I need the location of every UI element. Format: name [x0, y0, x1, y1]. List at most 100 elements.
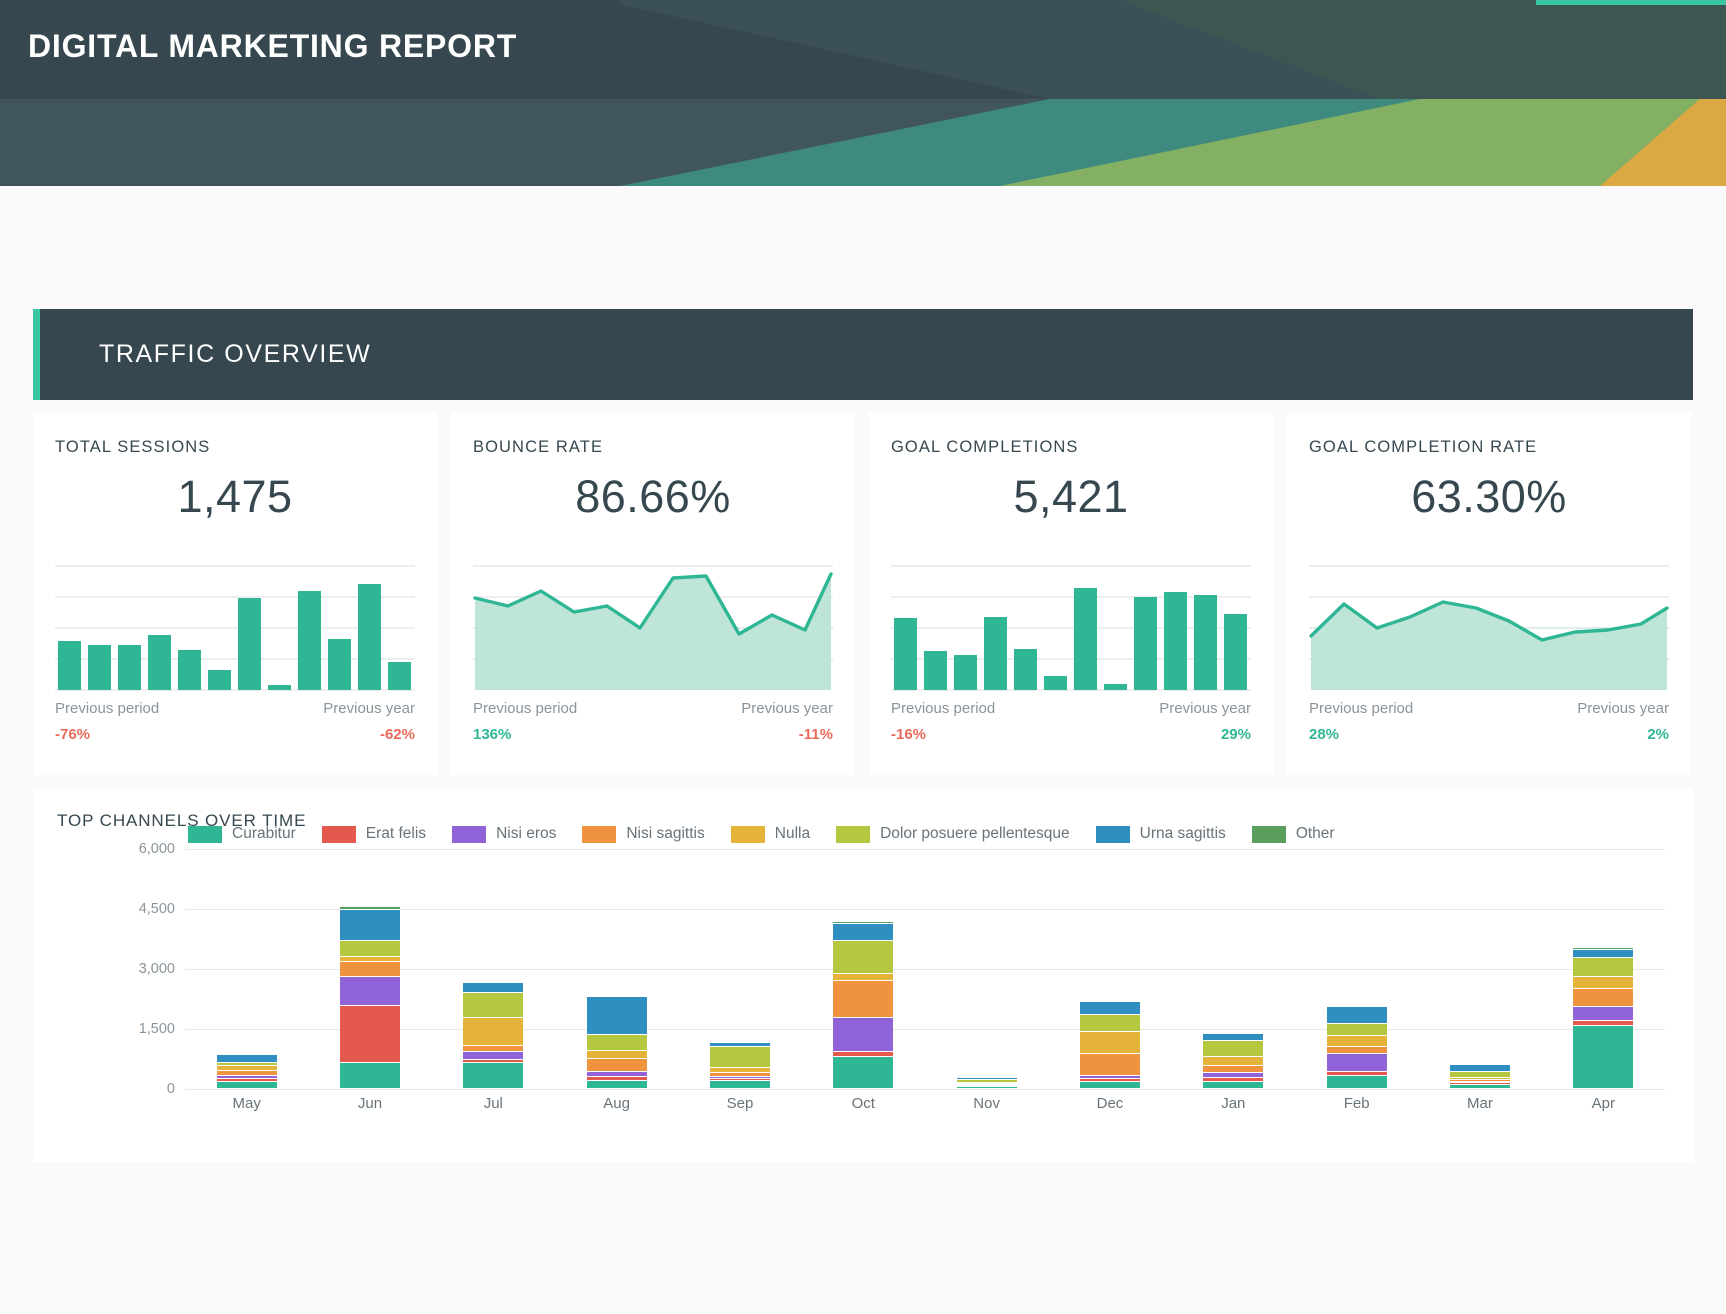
bar-segment — [586, 1059, 647, 1073]
bar-segment — [1573, 957, 1634, 978]
bar-segment — [339, 940, 400, 958]
bar-column[interactable] — [1418, 849, 1541, 1089]
bar-segment — [1079, 1015, 1140, 1033]
bar-column[interactable] — [432, 849, 555, 1089]
bar-segment — [463, 993, 524, 1019]
legend-swatch-icon — [730, 825, 765, 843]
bar-stack — [339, 906, 400, 1089]
x-axis-tick-label: Jul — [483, 1095, 503, 1112]
legend-item[interactable]: Other — [1251, 825, 1335, 843]
bar-segment — [1326, 1053, 1387, 1073]
x-axis-tick-label: Aug — [603, 1095, 630, 1112]
bar-segment — [586, 1051, 647, 1060]
x-axis-tick-label: Sep — [726, 1095, 754, 1112]
bar-column[interactable] — [1172, 849, 1295, 1089]
bar-column[interactable] — [308, 849, 431, 1089]
x-axis-tick-label: Jun — [357, 1095, 383, 1112]
legend-item[interactable]: Erat felis — [321, 825, 426, 843]
bar-segment — [586, 997, 647, 1036]
chart-plot-area: 0 1,500 3,000 4,500 6,000 May Jun Jul Aug Sep Oct… — [33, 841, 1693, 1149]
section-title: TRAFFIC OVERVIEW — [99, 340, 372, 368]
bar-segment — [1573, 1007, 1634, 1022]
bar-column[interactable] — [1542, 849, 1665, 1089]
prev-period-label: Previous period — [891, 700, 996, 717]
kpi-card-total-sessions[interactable]: TOTAL SESSIONS 1,475 Previous period -76… — [33, 412, 437, 775]
bar-segment — [1203, 1041, 1264, 1057]
bar-segment — [339, 977, 400, 1006]
bar-column[interactable] — [555, 849, 678, 1089]
bar-segment — [339, 910, 400, 941]
bar-segment — [1203, 1065, 1264, 1074]
x-axis-tick-label: Feb — [1343, 1095, 1370, 1112]
bar-segment — [1326, 1024, 1387, 1036]
prev-period-delta: -16% — [891, 726, 927, 743]
bar-segment — [1573, 977, 1634, 990]
legend-label: Nisi sagittis — [626, 825, 705, 842]
kpi-card-bounce-rate[interactable]: BOUNCE RATE 86.66% Previous period 136% — [451, 412, 855, 775]
header-accent-bar — [1536, 0, 1726, 5]
kpi-label: GOAL COMPLETIONS — [891, 438, 1079, 456]
bar-segment — [463, 1063, 524, 1089]
bar-stack — [1079, 1001, 1140, 1089]
prev-period-label: Previous period — [473, 700, 578, 717]
kpi-comparison-footer: Previous period -76% Previous year -62% — [55, 700, 415, 743]
legend-item[interactable]: Nisi sagittis — [582, 825, 705, 843]
legend-item[interactable]: Nisi eros — [452, 825, 556, 843]
legend-swatch-icon — [321, 825, 356, 843]
page-title: DIGITAL MARKETING REPORT — [28, 28, 518, 64]
bar-column[interactable] — [925, 849, 1048, 1089]
bar-segment — [1449, 1064, 1510, 1073]
legend-item[interactable]: Nulla — [730, 825, 810, 843]
x-axis-tick-label: Nov — [973, 1095, 1000, 1112]
bar-stack — [216, 1053, 277, 1089]
bar-segment — [833, 974, 894, 982]
bar-segment — [956, 1087, 1017, 1089]
bar-column[interactable] — [1295, 849, 1418, 1089]
kpi-comparison-footer: Previous period -16% Previous year 29% — [891, 700, 1251, 743]
x-axis-tick-label: Jan — [1221, 1095, 1246, 1112]
prev-period-delta: 136% — [473, 726, 512, 743]
bar-column[interactable] — [1048, 849, 1171, 1089]
kpi-card-goal-completion-rate[interactable]: GOAL COMPLETION RATE 63.30% Previous per… — [1287, 412, 1691, 775]
bar-segment — [1573, 989, 1634, 1008]
prev-year-label: Previous year — [323, 700, 415, 717]
bounce-rate-sparkline — [473, 564, 833, 692]
kpi-label: TOTAL SESSIONS — [55, 438, 211, 456]
bar-column[interactable] — [678, 849, 801, 1089]
bar-segment — [1203, 1034, 1264, 1042]
bar-segment — [833, 941, 894, 975]
bar-segment — [709, 1046, 770, 1069]
bar-column[interactable] — [802, 849, 925, 1089]
bar-stack — [463, 981, 524, 1089]
legend-item[interactable]: Curabitur — [188, 825, 296, 843]
bar-segment — [339, 1062, 400, 1089]
bar-column[interactable] — [185, 849, 308, 1089]
bar-stack — [1573, 948, 1634, 1089]
bar-segment — [1079, 1032, 1140, 1054]
bar-segment — [1326, 1046, 1387, 1054]
legend-item[interactable]: Urna sagittis — [1095, 825, 1226, 843]
bar-segment — [216, 1082, 277, 1089]
kpi-value: 1,475 — [177, 471, 293, 522]
goal-completions-sparkline — [891, 564, 1251, 692]
y-axis-tick-label: 0 — [166, 1081, 175, 1097]
bar-segment — [339, 1005, 400, 1063]
kpi-card-goal-completions[interactable]: GOAL COMPLETIONS 5,421 Previous period -… — [869, 412, 1273, 775]
plot — [185, 849, 1665, 1090]
bar-segment — [463, 1051, 524, 1060]
section-accent-bar — [33, 309, 40, 400]
bar-segment — [1573, 949, 1634, 958]
legend-swatch-icon — [1095, 825, 1130, 843]
y-axis: 0 1,500 3,000 4,500 6,000 — [85, 841, 175, 1097]
legend-label: Urna sagittis — [1139, 825, 1226, 842]
bar-segment — [463, 983, 524, 994]
legend-item[interactable]: Dolor posuere pellentesque — [836, 825, 1070, 843]
prev-year-label: Previous year — [741, 700, 833, 717]
bar-segment — [1203, 1056, 1264, 1066]
bar-segment — [1326, 1075, 1387, 1089]
prev-year-delta: 2% — [1647, 726, 1669, 743]
section-header-traffic-overview: TRAFFIC OVERVIEW — [33, 309, 1693, 400]
bar-stack — [1203, 1033, 1264, 1089]
bar-segment — [1449, 1085, 1510, 1089]
x-axis-tick-label: Mar — [1467, 1095, 1493, 1112]
